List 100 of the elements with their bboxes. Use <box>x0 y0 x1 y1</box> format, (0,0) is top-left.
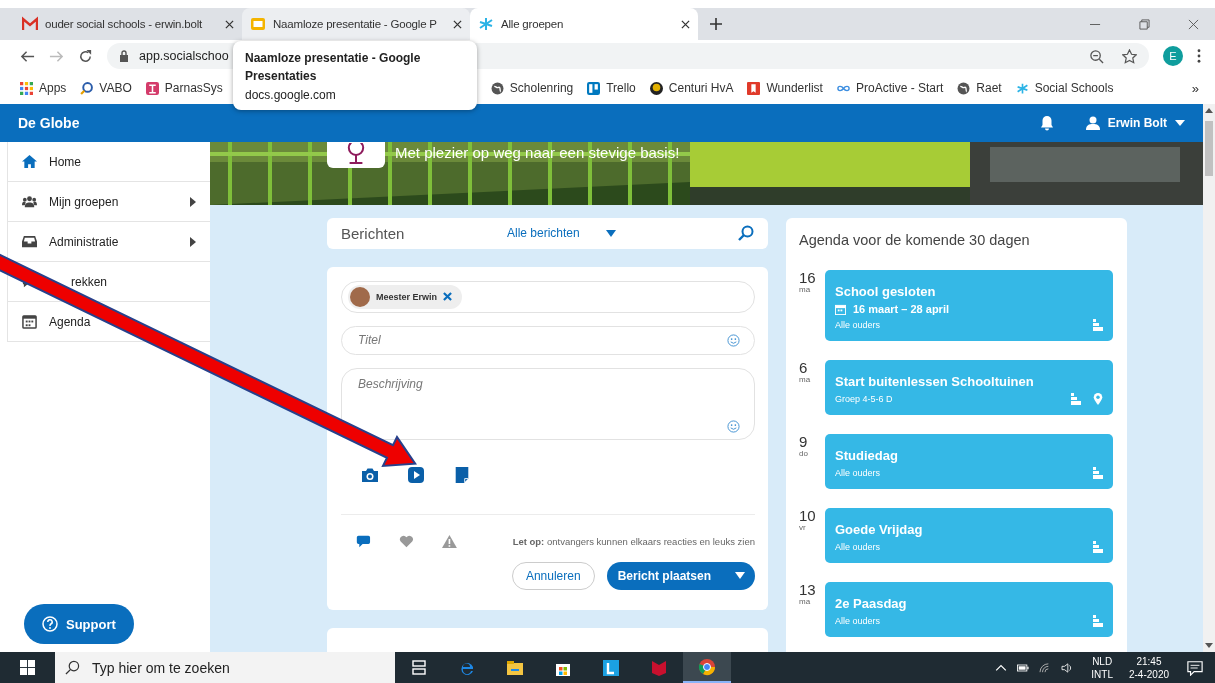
group-icon <box>1093 319 1103 331</box>
filter-dropdown[interactable]: Alle berichten <box>507 226 616 241</box>
star-icon[interactable] <box>1122 48 1137 64</box>
caret-icon <box>1175 120 1185 126</box>
event-weekday: ma <box>799 597 812 606</box>
slides-icon <box>250 16 266 32</box>
sidebar-item[interactable]: Agenda <box>8 302 210 341</box>
description-field[interactable]: Beschrijving <box>341 367 755 440</box>
event-day: 10 <box>799 508 819 523</box>
task-view-icon <box>409 657 429 678</box>
group-icon <box>1093 615 1103 627</box>
apps-grid-icon <box>20 81 33 95</box>
bookmark[interactable]: Raet <box>957 81 1002 95</box>
bookmark[interactable]: ProActive - Start <box>836 81 944 95</box>
globe-icon <box>490 81 504 95</box>
date-text: 2-4-2020 <box>1128 667 1169 681</box>
event-weekday: vr <box>799 523 807 532</box>
tab-title: ouder social schools - erwin.bolt <box>45 18 204 30</box>
people-icon <box>22 194 37 209</box>
notice-text: Let op: ontvangers kunnen elkaars reacties en leuks zien <box>512 535 755 547</box>
group-icon <box>1071 393 1081 405</box>
video-icon[interactable] <box>407 465 425 484</box>
time-text: 21:45 <box>1136 654 1162 668</box>
speaker-icon[interactable] <box>1061 662 1074 673</box>
support-button[interactable]: Support <box>24 604 134 644</box>
event-title: Goede Vrijdag <box>835 522 924 537</box>
remove-icon[interactable] <box>443 292 453 302</box>
close-icon[interactable] <box>225 19 234 29</box>
menu-icon[interactable] <box>1197 49 1201 63</box>
browser-tab[interactable]: ouder social schools - erwin.bolt <box>14 8 242 40</box>
star-network-icon <box>478 16 494 32</box>
notification-icon[interactable] <box>1187 659 1203 676</box>
bookmark[interactable]: Centuri HvA <box>649 81 734 95</box>
zoom-out-icon[interactable] <box>1089 48 1104 64</box>
bookmark-ribbon-icon <box>747 81 761 95</box>
keyboard-layout: INTL <box>1091 667 1113 681</box>
search-icon[interactable] <box>738 225 754 242</box>
chrome-style-icon <box>697 656 717 677</box>
new-tab-icon[interactable] <box>710 18 722 30</box>
round-logo-icon <box>649 81 663 95</box>
scroll-thumb[interactable] <box>1205 121 1213 176</box>
event-title: 2e Paasdag <box>835 596 908 611</box>
scroll-up-icon[interactable] <box>1205 108 1213 113</box>
event-audience: Alle ouders <box>835 542 881 552</box>
bookmark[interactable]: VABO <box>80 81 132 95</box>
event-title: School gesloten <box>835 284 937 299</box>
bookmark[interactable]: Wunderlist <box>747 81 823 95</box>
globe-logo <box>327 142 385 168</box>
bell-icon[interactable] <box>1039 115 1054 131</box>
event-day: 6 <box>799 360 819 375</box>
agenda-title: Agenda voor de komende 30 dagen <box>799 232 1031 248</box>
user-menu[interactable]: Erwin Bolt <box>1085 116 1185 130</box>
more-bookmarks-button[interactable]: » <box>1191 80 1199 96</box>
chevron-up-icon[interactable] <box>995 662 1008 673</box>
search-icon <box>65 660 80 675</box>
school-name: De Globe <box>18 115 80 131</box>
scroll-down-icon[interactable] <box>1205 643 1213 648</box>
reload-icon[interactable] <box>78 48 93 64</box>
post-button[interactable]: Bericht plaatsen <box>606 561 755 590</box>
tab-title: Alle groepen <box>501 18 565 30</box>
inbox-icon <box>22 234 37 249</box>
language-code: NLD <box>1092 654 1113 668</box>
magnifier-icon <box>80 81 94 95</box>
cancel-button[interactable]: Annuleren <box>511 561 595 590</box>
scrollbar[interactable] <box>1203 104 1215 652</box>
clock[interactable]: 21:45 2-4-2020 <box>1128 654 1169 681</box>
feed-title: Berichten <box>341 224 406 242</box>
bookmark[interactable]: ParnasSys <box>145 81 223 95</box>
board-icon <box>587 81 601 95</box>
tab-title: Naamloze presentatie - Google P <box>273 18 438 30</box>
event-title: Start buitenlessen Schooltuinen <box>835 374 1035 389</box>
browser-tab[interactable]: Naamloze presentatie - Google P <box>242 8 470 40</box>
bookmark[interactable]: Scholenring <box>490 81 574 95</box>
battery-icon[interactable] <box>1017 662 1030 673</box>
close-icon[interactable] <box>453 19 462 29</box>
warning-toggle[interactable] <box>441 532 457 550</box>
recipient-chip[interactable]: Meester Erwin <box>348 284 463 309</box>
house-icon <box>22 154 37 169</box>
document-icon[interactable] <box>453 465 471 484</box>
restore-icon[interactable] <box>1139 18 1150 30</box>
bookmark[interactable]: Trello <box>587 81 636 95</box>
caret-icon <box>735 572 745 580</box>
help-icon <box>42 616 58 632</box>
title-field[interactable]: Titel <box>356 326 727 354</box>
globe-icon <box>957 81 971 95</box>
site-icon <box>145 81 159 95</box>
browser-tab[interactable]: Alle groepen <box>470 8 698 40</box>
group-icon <box>1093 467 1103 479</box>
bookmark[interactable]: Social Schools <box>1015 81 1114 95</box>
windows-start-icon[interactable] <box>20 660 35 675</box>
event-audience: Groep 4-5-6 D <box>835 394 893 404</box>
mail-icon <box>22 16 38 32</box>
group-icon <box>1093 541 1103 553</box>
tooltip-url: docs.google.com <box>245 88 337 102</box>
close-icon[interactable] <box>681 19 690 29</box>
avatar <box>350 286 370 307</box>
input-language[interactable]: NLD INTL <box>1091 654 1113 681</box>
bookmark[interactable]: Apps <box>20 81 67 95</box>
event-day: 13 <box>799 582 819 597</box>
calendar-icon <box>835 303 846 315</box>
